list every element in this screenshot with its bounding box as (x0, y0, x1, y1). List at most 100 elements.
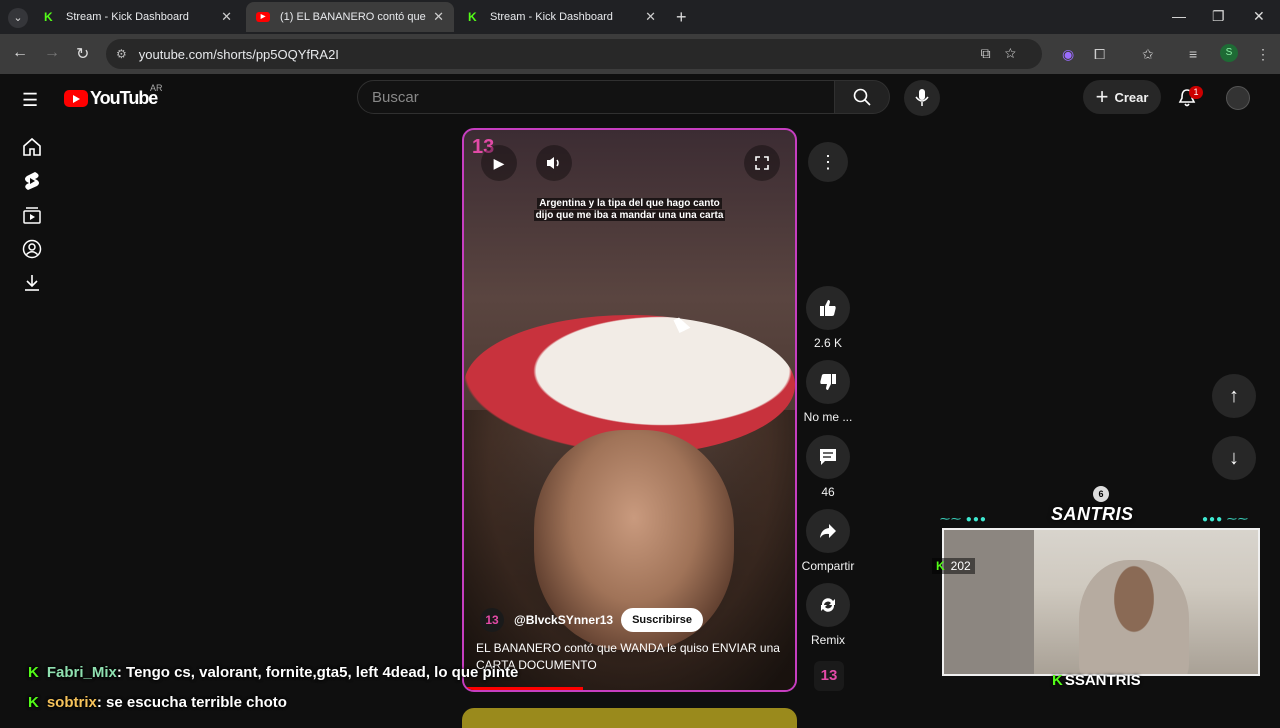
close-tab-icon[interactable]: ✕ (221, 9, 232, 25)
share-action: Compartir (802, 509, 854, 573)
tab-youtube-short[interactable]: ▶ (1) EL BANANERO contó que W ✕ (246, 2, 454, 32)
kick-icon: K (936, 559, 945, 573)
restore-button[interactable]: ❐ (1212, 8, 1225, 25)
webcam-wall (944, 530, 1034, 674)
chat-text: : se escucha terrible choto (96, 694, 287, 711)
tab-title: (1) EL BANANERO contó que W (280, 11, 428, 23)
browser-menu-icon[interactable]: ⋮ (1256, 46, 1270, 63)
download-icon (25, 275, 39, 291)
youtube-header: ☰ YouTube AR Buscar + Crear 1 (0, 74, 1280, 122)
remix-label: Remix (810, 633, 845, 647)
sidebar-item-subscriptions[interactable] (22, 205, 42, 225)
subscriptions-icon (23, 207, 41, 224)
new-tab-button[interactable]: + (676, 7, 687, 28)
sidebar-item-you[interactable] (22, 239, 42, 259)
extension-icon[interactable]: ◉ (1062, 46, 1074, 63)
back-icon[interactable]: ← (12, 44, 28, 62)
more-vertical-icon: ⋮ (819, 151, 837, 172)
channel-thumbnail[interactable]: 13 (814, 661, 844, 691)
like-button[interactable] (806, 286, 850, 330)
close-window-button[interactable]: ✕ (1253, 8, 1265, 25)
more-options-button[interactable]: ⋮ (808, 142, 848, 182)
youtube-play-icon (64, 90, 88, 107)
youtube-logo[interactable]: YouTube AR (64, 83, 163, 109)
region-code: AR (150, 83, 163, 93)
share-arrow-icon (820, 524, 836, 538)
search-input[interactable]: Buscar (357, 80, 835, 114)
extensions-puzzle-icon[interactable]: ⧠ (1094, 46, 1105, 63)
next-short-button[interactable]: ↓ (1212, 436, 1256, 480)
bookmark-star-icon[interactable]: ☆ (1005, 45, 1030, 61)
remix-action: Remix (806, 583, 850, 647)
overlay-decoration-right: ●●● ⁓⁓ (1202, 514, 1249, 525)
subtitle-line-2: dijo que me iba a mandar una una carta (533, 210, 726, 221)
reload-icon[interactable]: ↻ (76, 44, 89, 64)
overlay-decoration-left: ⁓⁓ ●●● (940, 514, 987, 525)
search-placeholder: Buscar (372, 88, 419, 106)
streamer-logo: SANTRIS (1051, 504, 1134, 524)
video-progress-bar[interactable] (464, 687, 584, 690)
profile-avatar[interactable]: S (1220, 44, 1238, 62)
close-tab-icon[interactable]: ✕ (645, 9, 656, 25)
volume-icon (547, 157, 559, 169)
address-bar[interactable]: ⚙ youtube.com/shorts/pp5OQYfRA2I ⧉☆ (106, 39, 1042, 69)
arrow-up-icon: ↑ (1229, 384, 1239, 407)
chat-message: Ksobtrix: se escucha terrible choto (28, 694, 287, 711)
kick-icon: K (1052, 672, 1063, 689)
close-tab-icon[interactable]: ✕ (433, 9, 444, 25)
remix-button[interactable] (806, 583, 850, 627)
channel-info: 13 @BlvckSYnner13 Suscribirse (480, 608, 704, 632)
thumbs-up-icon (820, 300, 836, 316)
short-video-player[interactable]: 13 ▶ Argentina y la tipa del que hago ca… (462, 128, 797, 692)
tab-title: Stream - Kick Dashboard (490, 11, 613, 23)
hamburger-menu-icon[interactable]: ☰ (22, 90, 38, 111)
site-info-icon[interactable]: ⚙ (116, 47, 127, 61)
play-button[interactable]: ▶ (481, 145, 517, 181)
comments-button[interactable] (806, 435, 850, 479)
short-title[interactable]: EL BANANERO contó que WANDA le quiso ENV… (476, 640, 786, 674)
webcam-overlay: 6 ⁓⁓ ●●● ●●● ⁓⁓ SANTRIS K 202 K SSANTRIS (932, 486, 1262, 694)
previous-short-button[interactable]: ↑ (1212, 374, 1256, 418)
subtitle-line-1: Argentina y la tipa del que hago canto (537, 198, 722, 209)
url-text: youtube.com/shorts/pp5OQYfRA2I (138, 46, 339, 62)
account-avatar[interactable] (1226, 86, 1250, 110)
webcam-frame (942, 528, 1260, 676)
bookmarks-icon[interactable]: ✩ (1142, 46, 1154, 63)
address-bar-actions: ⧉☆ (981, 45, 1030, 62)
tab-kick-dashboard-2[interactable]: K Stream - Kick Dashboard ✕ (458, 2, 666, 32)
streamer-name: K SSANTRIS (1052, 672, 1141, 689)
tab-kick-dashboard-1[interactable]: K Stream - Kick Dashboard ✕ (34, 2, 242, 32)
logo-text: YouTube (90, 88, 158, 108)
search-icon (853, 88, 871, 106)
volume-button[interactable] (536, 145, 572, 181)
fullscreen-button[interactable] (744, 145, 780, 181)
viewer-count: K 202 (932, 558, 975, 574)
browser-tab-bar: ⌄ K Stream - Kick Dashboard ✕ ▶ (1) EL B… (0, 0, 1280, 34)
sidebar-item-home[interactable] (22, 137, 42, 157)
channel-avatar[interactable]: 13 (480, 608, 504, 632)
next-short-preview[interactable] (462, 708, 797, 728)
channel-name[interactable]: @BlvckSYnner13 (514, 613, 613, 627)
notification-badge: 1 (1189, 86, 1203, 99)
sidebar-item-shorts[interactable] (22, 171, 42, 191)
voice-search-button[interactable] (904, 80, 940, 116)
dislike-label: No me ... (803, 410, 853, 424)
browser-toolbar: ← → ↻ ⚙ youtube.com/shorts/pp5OQYfRA2I ⧉… (0, 34, 1280, 74)
video-subtitle: Argentina y la tipa del que hago canto d… (464, 198, 795, 222)
search-button[interactable] (834, 80, 890, 114)
reading-list-icon[interactable]: ≡ (1189, 46, 1197, 62)
share-button[interactable] (806, 509, 850, 553)
tab-title: Stream - Kick Dashboard (66, 11, 189, 23)
install-app-icon[interactable]: ⧉ (981, 45, 1005, 61)
kick-icon: K (44, 10, 53, 24)
subscribe-button[interactable]: Suscribirse (621, 608, 704, 632)
tab-search-dropdown-icon[interactable]: ⌄ (8, 8, 28, 28)
minimize-button[interactable]: — (1172, 8, 1186, 24)
remix-icon (821, 598, 835, 612)
dislike-button[interactable] (806, 360, 850, 404)
create-button[interactable]: + Crear (1083, 80, 1161, 114)
home-icon (23, 137, 41, 156)
forward-icon[interactable]: → (44, 44, 60, 62)
comment-count: 46 (821, 485, 835, 499)
sidebar-item-downloads[interactable] (22, 273, 42, 293)
